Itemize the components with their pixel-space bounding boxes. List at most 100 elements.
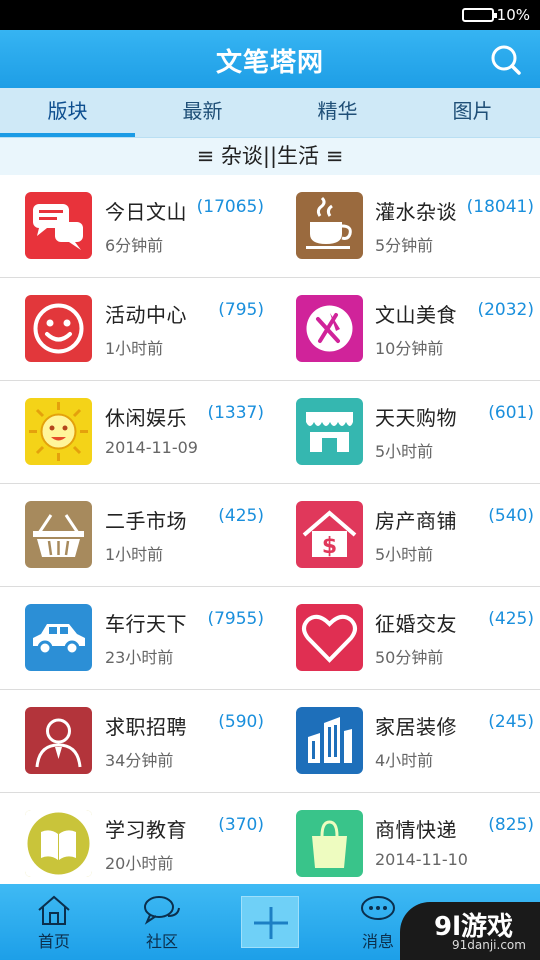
chat-icon <box>144 896 180 925</box>
battery-level: 10% <box>496 6 530 24</box>
forum-item[interactable]: 求职招聘 (590) 34分钟前 <box>0 690 270 793</box>
forum-post-count: (17065) <box>196 197 264 217</box>
forum-row: 学习教育 (370) 20小时前 商情快递 (825) 2014-11-10 <box>0 793 540 896</box>
tab-forums[interactable]: 版块 <box>0 88 135 137</box>
forum-last-active: 2014-11-10 <box>375 850 468 869</box>
forum-icon <box>25 501 92 568</box>
forum-name: 求职招聘 <box>105 715 187 739</box>
tab-latest[interactable]: 最新 <box>135 88 270 137</box>
watermark: 9l游戏 91danji.com <box>400 902 540 960</box>
forum-name: 车行天下 <box>105 612 187 636</box>
nav-community-label: 社区 <box>145 932 178 951</box>
forum-item[interactable]: 征婚交友 (425) 50分钟前 <box>270 587 540 690</box>
watermark-url: 91danji.com <box>452 938 526 952</box>
forum-name: 活动中心 <box>105 303 187 327</box>
forum-item[interactable]: 家居装修 (245) 4小时前 <box>270 690 540 793</box>
forum-item[interactable]: 学习教育 (370) 20小时前 <box>0 793 270 896</box>
forum-name: 文山美食 <box>375 303 457 327</box>
forum-item[interactable]: 灌水杂谈 (18041) 5分钟前 <box>270 175 540 278</box>
home-icon <box>38 895 70 925</box>
heart-icon <box>296 604 363 671</box>
forum-last-active: 5分钟前 <box>375 236 434 255</box>
forum-item[interactable]: 车行天下 (7955) 23小时前 <box>0 587 270 690</box>
forum-post-count: (825) <box>488 815 534 835</box>
forum-item[interactable]: 今日文山 (17065) 6分钟前 <box>0 175 270 278</box>
forum-icon <box>296 707 363 774</box>
forum-last-active: 34分钟前 <box>105 751 174 770</box>
forum-post-count: (425) <box>218 506 264 526</box>
book-icon <box>25 810 92 877</box>
forum-name: 今日文山 <box>105 200 187 224</box>
forum-icon <box>25 707 92 774</box>
forum-icon <box>25 192 92 259</box>
forum-grid: 今日文山 (17065) 6分钟前 灌水杂谈 (18041) 5分钟前 活动中心 (795) 1… <box>0 175 540 896</box>
forum-icon <box>296 192 363 259</box>
forum-post-count: (370) <box>218 815 264 835</box>
forum-last-active: 5小时前 <box>375 545 434 564</box>
forum-item[interactable]: 活动中心 (795) 1小时前 <box>0 278 270 381</box>
forum-icon <box>296 295 363 362</box>
forum-last-active: 10分钟前 <box>375 339 444 358</box>
forum-row: 休闲娱乐 (1337) 2014-11-09 天天购物 (601) 5小时前 <box>0 381 540 484</box>
tab-pictures[interactable]: 图片 <box>405 88 540 137</box>
tab-featured[interactable]: 精华 <box>270 88 405 137</box>
forum-row: 二手市场 (425) 1小时前 $ 房产商铺 (540) 5小时前 <box>0 484 540 587</box>
title-bar: 文笔塔网 <box>0 30 540 88</box>
forum-last-active: 1小时前 <box>105 339 164 358</box>
fork-knife-icon <box>296 295 363 362</box>
forum-item[interactable]: 天天购物 (601) 5小时前 <box>270 381 540 484</box>
smiley-icon <box>25 295 92 362</box>
forum-row: 今日文山 (17065) 6分钟前 灌水杂谈 (18041) 5分钟前 <box>0 175 540 278</box>
shopping-bag-icon <box>296 810 363 877</box>
forum-name: 学习教育 <box>105 818 187 842</box>
forum-name: 商情快递 <box>375 818 457 842</box>
chat-bubbles-icon <box>25 192 92 259</box>
shop-icon <box>296 398 363 465</box>
nav-home-label: 首页 <box>37 932 70 951</box>
forum-name: 天天购物 <box>375 406 457 430</box>
forum-icon <box>296 398 363 465</box>
forum-name: 二手市场 <box>105 509 187 533</box>
forum-post-count: (2032) <box>477 300 534 320</box>
tab-bar: 版块 最新 精华 图片 <box>0 88 540 138</box>
forum-item[interactable]: 商情快递 (825) 2014-11-10 <box>270 793 540 896</box>
forum-name: 家居装修 <box>375 715 457 739</box>
status-bar: 10% <box>0 0 540 30</box>
forum-icon <box>25 295 92 362</box>
page-title: 文笔塔网 <box>215 48 324 78</box>
forum-name: 休闲娱乐 <box>105 406 187 430</box>
nav-home[interactable]: 首页 <box>0 884 108 960</box>
forum-icon: $ <box>296 501 363 568</box>
building-icon <box>296 707 363 774</box>
forum-post-count: (795) <box>218 300 264 320</box>
forum-name: 房产商铺 <box>375 509 457 533</box>
section-title: ≡ 杂谈||生活 ≡ <box>0 138 540 175</box>
forum-item[interactable]: 休闲娱乐 (1337) 2014-11-09 <box>0 381 270 484</box>
forum-icon <box>25 604 92 671</box>
basket-icon <box>25 501 92 568</box>
nav-community[interactable]: 社区 <box>108 884 216 960</box>
forum-post-count: (245) <box>488 712 534 732</box>
forum-last-active: 2014-11-09 <box>105 438 198 457</box>
coffee-cup-icon <box>296 192 363 259</box>
forum-last-active: 4小时前 <box>375 751 434 770</box>
post-button[interactable] <box>241 896 299 948</box>
forum-icon <box>25 398 92 465</box>
search-icon[interactable] <box>490 44 522 76</box>
sun-icon <box>25 398 92 465</box>
forum-name: 征婚交友 <box>375 612 457 636</box>
forum-icon <box>296 810 363 877</box>
forum-row: 活动中心 (795) 1小时前 文山美食 (2032) 10分钟前 <box>0 278 540 381</box>
forum-post-count: (601) <box>488 403 534 423</box>
forum-item[interactable]: $ 房产商铺 (540) 5小时前 <box>270 484 540 587</box>
forum-last-active: 50分钟前 <box>375 648 444 667</box>
forum-post-count: (540) <box>488 506 534 526</box>
forum-last-active: 20小时前 <box>105 854 174 873</box>
forum-last-active: 5小时前 <box>375 442 434 461</box>
person-tie-icon <box>25 707 92 774</box>
forum-item[interactable]: 文山美食 (2032) 10分钟前 <box>270 278 540 381</box>
forum-item[interactable]: 二手市场 (425) 1小时前 <box>0 484 270 587</box>
forum-last-active: 1小时前 <box>105 545 164 564</box>
forum-post-count: (7955) <box>207 609 264 629</box>
forum-name: 灌水杂谈 <box>375 200 457 224</box>
